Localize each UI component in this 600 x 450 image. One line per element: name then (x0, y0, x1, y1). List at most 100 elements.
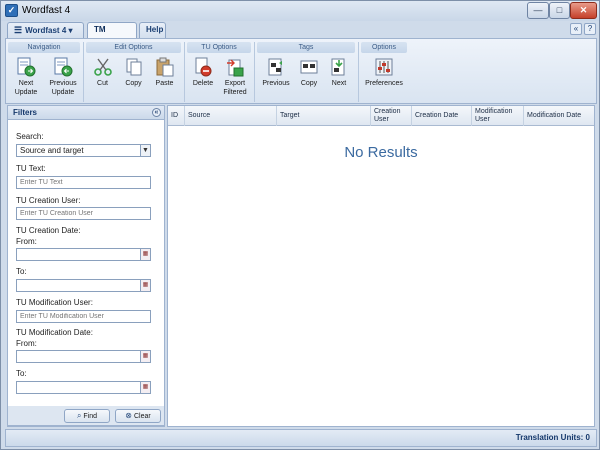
group-title-tags: Tags (257, 42, 355, 53)
tu-text-label: TU Text: (16, 164, 46, 173)
previous-tag-label: Previous (262, 80, 290, 87)
help-corner-icon[interactable]: ? (584, 23, 596, 35)
modification-to-label: To: (16, 369, 27, 378)
previous-update-button[interactable]: Previous Update (46, 55, 80, 101)
paste-icon (156, 57, 173, 77)
preferences-icon (375, 58, 393, 76)
next-tag-button[interactable]: Next (325, 55, 353, 101)
copy-tag-icon (300, 60, 318, 74)
app-window: ✓ Wordfast 4 — □ ✕ ☰Wordfast 4 ▾ TM Edit… (0, 0, 600, 450)
copy-label: Copy (125, 80, 142, 87)
app-check-icon: ✓ (5, 4, 18, 17)
calendar-icon[interactable]: ▦ (140, 382, 150, 393)
tu-text-input[interactable] (16, 176, 151, 189)
group-tu-options: TU Options Delete Export Filtered (187, 42, 251, 103)
creation-user-input[interactable] (16, 207, 151, 220)
modification-from-label: From: (16, 339, 37, 348)
creation-from-label: From: (16, 237, 37, 246)
translation-units-count: Translation Units: 0 (515, 433, 590, 442)
group-title-edit: Edit Options (86, 42, 181, 53)
previous-update-label-2: Update (51, 89, 75, 96)
column-header-creation-date[interactable]: Creation Date (412, 106, 472, 126)
delete-button[interactable]: Delete (189, 55, 217, 101)
export-filtered-button[interactable]: Export Filtered (219, 55, 251, 101)
title-bar[interactable]: ✓ Wordfast 4 — □ ✕ (1, 1, 599, 21)
ribbon-separator (358, 42, 359, 102)
chevron-down-icon: ▼ (140, 145, 150, 156)
window-title: Wordfast 4 (22, 5, 71, 16)
creation-user-label: TU Creation User: (16, 196, 81, 205)
filters-title: Filters (13, 108, 38, 117)
creation-from-date-field[interactable]: ▦ (16, 248, 151, 261)
ribbon: Navigation Next Update Previous Update E… (5, 38, 597, 104)
next-update-icon (17, 57, 36, 77)
copy-icon (126, 58, 141, 76)
cut-button[interactable]: Cut (88, 55, 117, 101)
clear-label: Clear (133, 413, 151, 420)
cut-label: Cut (97, 80, 108, 87)
filters-panel: Filters « Search: Source and target ▼ TU… (7, 105, 165, 427)
preferences-label: Preferences (365, 80, 403, 87)
maximize-button[interactable]: □ (549, 2, 570, 19)
paste-button[interactable]: Paste (150, 55, 179, 101)
delete-icon (195, 57, 212, 77)
tab-help[interactable]: Help (139, 22, 166, 38)
column-header-creation-user[interactable]: Creation User (371, 106, 412, 126)
next-update-label-1: Next (18, 80, 34, 87)
column-header-modification-user[interactable]: Modification User (472, 106, 524, 126)
column-header-id[interactable]: ID (168, 106, 185, 126)
column-header-source[interactable]: Source (185, 106, 277, 126)
main-tab-bar: ☰Wordfast 4 ▾ TM Editor Help « ? (4, 22, 597, 48)
next-update-button[interactable]: Next Update (10, 55, 42, 101)
minimize-button[interactable]: — (527, 2, 549, 19)
column-header-target[interactable]: Target (277, 106, 371, 126)
copy-button[interactable]: Copy (119, 55, 148, 101)
modification-user-input[interactable] (16, 310, 151, 323)
creation-to-date-field[interactable]: ▦ (16, 279, 151, 292)
search-scope-select[interactable]: Source and target ▼ (16, 144, 151, 157)
group-title-tu: TU Options (187, 42, 251, 53)
modification-from-date-field[interactable]: ▦ (16, 350, 151, 363)
group-options: Options Preferences (361, 42, 407, 103)
status-bar: Translation Units: 0 (5, 429, 597, 447)
find-label: Find (83, 413, 98, 420)
creation-date-label: TU Creation Date: (16, 226, 81, 235)
clear-icon: ⊗ (125, 411, 132, 420)
export-icon (227, 59, 244, 77)
modification-user-label: TU Modification User: (16, 298, 93, 307)
filters-footer: ⌕ Find ⊗ Clear (7, 406, 165, 426)
collapse-panel-icon[interactable]: « (152, 108, 161, 117)
creation-to-label: To: (16, 267, 27, 276)
search-label: Search: (16, 132, 44, 141)
menu-icon: ☰ (14, 25, 23, 35)
previous-tag-button[interactable]: Previous (259, 55, 293, 101)
calendar-icon[interactable]: ▦ (140, 280, 150, 291)
delete-label: Delete (192, 80, 214, 87)
group-edit-options: Edit Options Cut Copy Paste (86, 42, 181, 103)
find-button[interactable]: ⌕ Find (64, 409, 110, 423)
calendar-icon[interactable]: ▦ (140, 249, 150, 260)
previous-tag-icon (268, 58, 282, 76)
search-icon: ⌕ (76, 411, 82, 420)
column-header-modification-date[interactable]: Modification Date (524, 106, 594, 126)
previous-update-icon (54, 57, 73, 77)
preferences-button[interactable]: Preferences (361, 55, 407, 101)
copy-tag-label: Copy (300, 80, 318, 87)
close-button[interactable]: ✕ (570, 2, 597, 19)
results-grid: ID Source Target Creation User Creation … (167, 105, 595, 427)
tab-app-menu[interactable]: ☰ Wordfast 4 ▾ (7, 22, 84, 38)
grid-header: ID Source Target Creation User Creation … (168, 106, 594, 126)
copy-tag-button[interactable]: Copy (295, 55, 323, 101)
calendar-icon[interactable]: ▦ (140, 351, 150, 362)
clear-button[interactable]: ⊗ Clear (115, 409, 161, 423)
ribbon-collapse-icon[interactable]: « (570, 23, 582, 35)
paste-label: Paste (155, 80, 174, 87)
ribbon-separator (254, 42, 255, 102)
modification-to-date-field[interactable]: ▦ (16, 381, 151, 394)
group-navigation: Navigation Next Update Previous Update (8, 42, 80, 103)
tab-tm-editor[interactable]: TM Editor (87, 22, 137, 48)
empty-state-message: No Results (344, 144, 418, 161)
next-tag-label: Next (331, 80, 347, 87)
filters-header: Filters « (8, 106, 164, 120)
next-update-label-2: Update (14, 89, 38, 96)
